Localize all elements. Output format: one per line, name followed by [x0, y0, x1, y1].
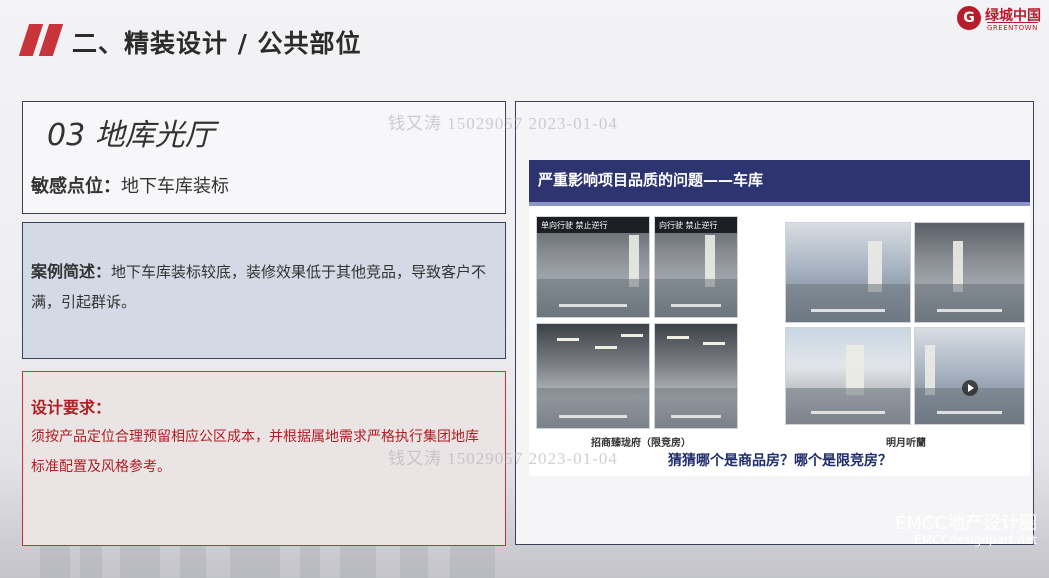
case-summary: 案例简述：地下车库装标较底，装修效果低于其他竞品，导致客户不满，引起群诉。 [31, 257, 495, 317]
watermark-stamp-top: 钱又涛 15029057 2023-01-04 [388, 114, 618, 133]
sensitive-label: 敏感点位： [31, 176, 121, 197]
garage-comparison-panel: 严重影响项目品质的问题——车库 单向行驶 禁止逆行 向行驶 禁止逆行 招商臻珑府… [529, 160, 1030, 476]
section-number-title: 03 地库光厅 [47, 118, 215, 153]
site-watermark-en: EMCCdesignpart.net [914, 533, 1037, 547]
garage-photo-left-3 [536, 323, 650, 429]
garage-photo-left-2: 向行驶 禁止逆行 [654, 216, 738, 318]
play-icon[interactable] [962, 380, 978, 396]
page-title: 二、精装设计 / 公共部位 [72, 29, 362, 58]
sensitive-point: 敏感点位：地下车库装标 [31, 172, 229, 198]
logo-mark-icon: G [957, 6, 981, 30]
reference-image-box: 严重影响项目品质的问题——车库 单向行驶 禁止逆行 向行驶 禁止逆行 招商臻珑府… [515, 101, 1034, 545]
watermark-stamp-bottom: 钱又涛 15029057 2023-01-04 [388, 449, 618, 468]
logo-english: GREENTOWN [987, 22, 1038, 32]
greentown-logo: G 绿城中国 GREENTOWN [957, 4, 1041, 32]
garage-photo-right-3 [785, 327, 911, 425]
site-watermark-cn: EMCC地产设计圈 [894, 513, 1037, 534]
garage-photo-left-4 [654, 323, 738, 429]
panel-header-line [529, 202, 1030, 206]
photo-sign: 单向行驶 禁止逆行 [537, 217, 649, 233]
case-label: 案例简述： [31, 262, 112, 281]
photo-sign: 向行驶 禁止逆行 [655, 217, 737, 233]
garage-photo-right-1 [785, 222, 911, 323]
case-summary-box: 案例简述：地下车库装标较底，装修效果低于其他竞品，导致客户不满，引起群诉。 [22, 222, 506, 359]
title-accent-slashes [18, 24, 64, 56]
panel-header: 严重影响项目品质的问题——车库 [529, 160, 1030, 202]
garage-photo-right-2 [914, 222, 1025, 323]
requirement-label: 设计要求： [31, 398, 112, 417]
sensitive-value: 地下车库装标 [121, 176, 229, 197]
caption-right: 明月听蘭 [886, 438, 926, 449]
garage-photo-left-1: 单向行驶 禁止逆行 [536, 216, 650, 318]
comparison-question: 猜猜哪个是商品房？哪个是限竞房？ [668, 453, 892, 469]
garage-photo-right-4 [914, 327, 1025, 425]
